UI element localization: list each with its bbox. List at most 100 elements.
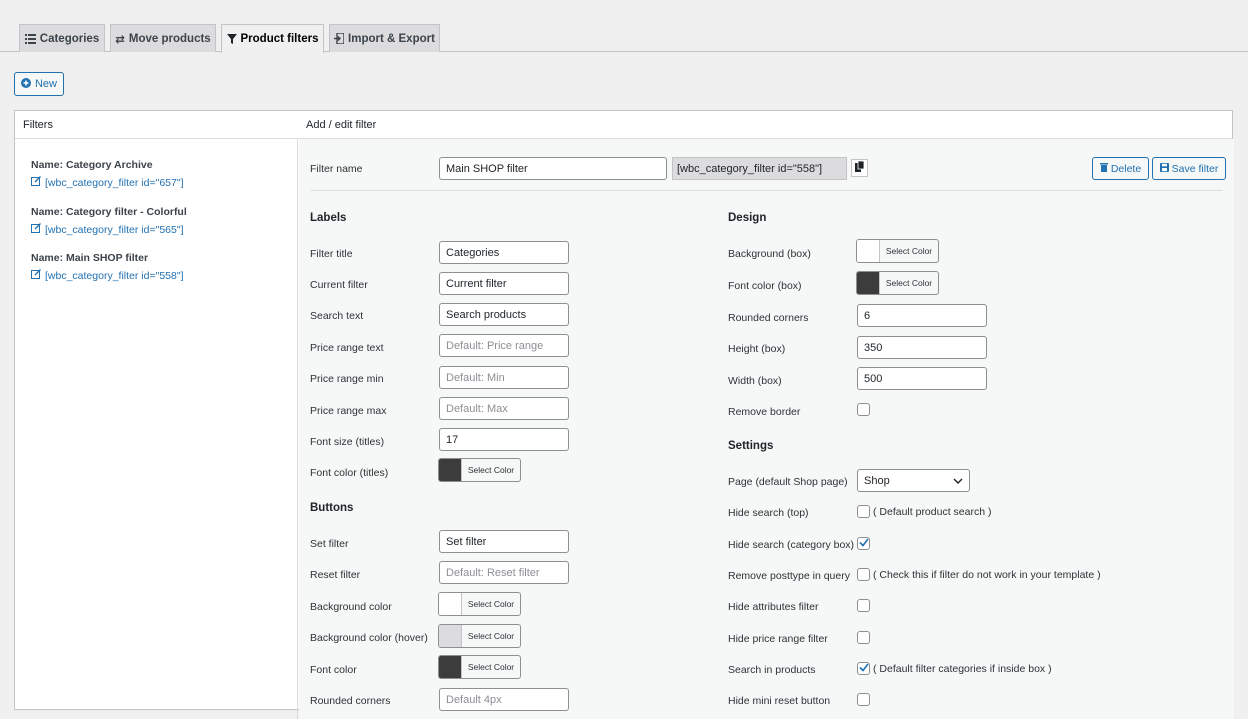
font-color-box-picker[interactable]: Select Color	[856, 271, 939, 295]
font-size-titles-label: Font size (titles)	[310, 436, 385, 448]
delete-label: Delete	[1110, 162, 1142, 175]
filter-title-input[interactable]: Categories	[439, 241, 569, 264]
filter-name-input[interactable]: Main SHOP filter	[439, 157, 667, 180]
search-in-products-label: Search in products	[728, 664, 816, 676]
list-item[interactable]: Name: Category filter - Colorful [wbc_ca…	[31, 206, 187, 236]
current-filter-label: Current filter	[310, 279, 368, 291]
list-item[interactable]: Name: Category Archive [wbc_category_fil…	[31, 159, 184, 189]
rounded-corners-button-input[interactable]: Default 4px	[439, 688, 569, 711]
delete-button[interactable]: Delete	[1092, 157, 1149, 180]
hide-price-range-filter-checkbox[interactable]	[857, 631, 870, 644]
copy-shortcode-button[interactable]	[851, 159, 868, 177]
checkmark-icon	[858, 663, 869, 675]
chevron-down-icon	[953, 475, 963, 487]
filter-item-shortcode[interactable]: [wbc_category_filter id="657"]	[31, 176, 184, 189]
design-heading: Design	[728, 212, 767, 224]
price-range-min-input[interactable]: Default: Min	[439, 366, 569, 389]
height-box-input[interactable]: 350	[857, 336, 987, 359]
background-box-label: Background (box)	[728, 248, 811, 260]
width-box-input[interactable]: 500	[857, 367, 987, 390]
font-color-picker[interactable]: Select Color	[438, 655, 521, 679]
background-color-hover-picker[interactable]: Select Color	[438, 624, 521, 648]
price-range-text-label: Price range text	[310, 342, 384, 354]
import-icon	[334, 33, 345, 44]
settings-heading: Settings	[728, 440, 774, 452]
page-select[interactable]: Shop	[857, 469, 970, 492]
background-color-hover-label: Background color (hover)	[310, 632, 428, 644]
price-range-max-label: Price range max	[310, 405, 387, 417]
rounded-corners-button-label: Rounded corners	[310, 695, 391, 707]
hide-search-top-note: ( Default product search )	[873, 506, 992, 518]
filters-panel: Filters Add / edit filter Name: Category…	[14, 110, 1234, 719]
filter-title-label: Filter title	[310, 248, 353, 260]
remove-border-checkbox[interactable]	[857, 403, 870, 416]
list-item[interactable]: Name: Main SHOP filter [wbc_category_fil…	[31, 252, 184, 282]
tab-categories[interactable]: Categories	[19, 24, 105, 52]
remove-posttype-label: Remove posttype in query	[728, 570, 850, 582]
search-in-products-checkbox[interactable]	[857, 662, 870, 675]
tab-label: Categories	[39, 32, 100, 45]
editor-title: Add / edit filter	[306, 119, 377, 131]
background-color-picker[interactable]: Select Color	[438, 592, 521, 616]
select-color-label: Select Color	[467, 599, 515, 609]
width-box-label: Width (box)	[728, 375, 782, 387]
search-text-label: Search text	[310, 310, 364, 322]
select-color-label: Select Color	[467, 662, 515, 672]
font-size-titles-input[interactable]: 17	[439, 428, 569, 451]
hide-price-range-filter-label: Hide price range filter	[728, 633, 828, 645]
edit-icon	[31, 223, 41, 236]
hide-search-top-checkbox[interactable]	[857, 505, 870, 518]
select-color-label: Select Color	[467, 465, 515, 475]
tab-bar: Categories ⇄ Move products Product filte…	[0, 0, 1248, 53]
set-filter-input[interactable]: Set filter	[439, 530, 569, 553]
filter-editor: Filter name Main SHOP filter [wbc_catego…	[299, 139, 1234, 719]
color-swatch	[439, 593, 462, 615]
new-button-label: New	[34, 78, 57, 90]
checkmark-icon	[858, 538, 869, 550]
rounded-corners-box-label: Rounded corners	[728, 312, 809, 324]
filter-item-name: Name: Main SHOP filter	[31, 252, 149, 264]
page-label: Page (default Shop page)	[728, 476, 848, 488]
price-range-text-input[interactable]: Default: Price range	[439, 334, 569, 357]
tab-import-export[interactable]: Import & Export	[329, 24, 440, 52]
divider	[311, 190, 1223, 191]
panel-header: Filters Add / edit filter	[15, 111, 1232, 139]
tab-label: Move products	[128, 32, 211, 45]
tab-product-filters[interactable]: Product filters	[221, 24, 324, 53]
select-color-label: Select Color	[467, 631, 515, 641]
tab-label: Import & Export	[348, 32, 435, 45]
price-range-max-input[interactable]: Default: Max	[439, 397, 569, 420]
select-color-label: Select Color	[885, 278, 933, 288]
filter-item-shortcode[interactable]: [wbc_category_filter id="558"]	[31, 269, 184, 282]
tab-move-products[interactable]: ⇄ Move products	[110, 24, 216, 52]
save-filter-button[interactable]: Save filter	[1152, 157, 1226, 180]
rounded-corners-box-input[interactable]: 6	[857, 304, 987, 327]
filter-icon	[226, 34, 237, 44]
hide-search-category-label: Hide search (category box)	[728, 539, 855, 551]
shortcode-text: [wbc_category_filter id="565"]	[45, 223, 184, 236]
hide-attributes-filter-checkbox[interactable]	[857, 599, 870, 612]
arrows-icon: ⇄	[115, 33, 125, 46]
color-swatch	[439, 656, 462, 678]
shortcode-text: [wbc_category_filter id="558"]	[45, 269, 184, 282]
font-color-titles-picker[interactable]: Select Color	[438, 458, 521, 482]
save-icon	[1159, 162, 1169, 175]
hide-mini-reset-button-label: Hide mini reset button	[728, 695, 831, 707]
font-color-titles-label: Font color (titles)	[310, 467, 389, 479]
color-swatch	[439, 625, 462, 647]
font-color-box-label: Font color (box)	[728, 280, 802, 292]
filter-item-shortcode[interactable]: [wbc_category_filter id="565"]	[31, 223, 187, 236]
reset-filter-label: Reset filter	[310, 569, 361, 581]
hide-search-category-checkbox[interactable]	[857, 537, 870, 550]
hide-mini-reset-button-checkbox[interactable]	[857, 693, 870, 706]
height-box-label: Height (box)	[728, 343, 786, 355]
reset-filter-input[interactable]: Default: Reset filter	[439, 561, 569, 584]
filter-item-name: Name: Category Archive	[31, 159, 153, 171]
current-filter-input[interactable]: Current filter	[439, 272, 569, 295]
remove-posttype-checkbox[interactable]	[857, 568, 870, 581]
search-text-input[interactable]: Search products	[439, 303, 569, 326]
new-filter-button[interactable]: New	[14, 72, 64, 96]
filters-list: Name: Category Archive [wbc_category_fil…	[15, 139, 298, 719]
background-box-picker[interactable]: Select Color	[856, 239, 939, 263]
set-filter-label: Set filter	[310, 538, 349, 550]
